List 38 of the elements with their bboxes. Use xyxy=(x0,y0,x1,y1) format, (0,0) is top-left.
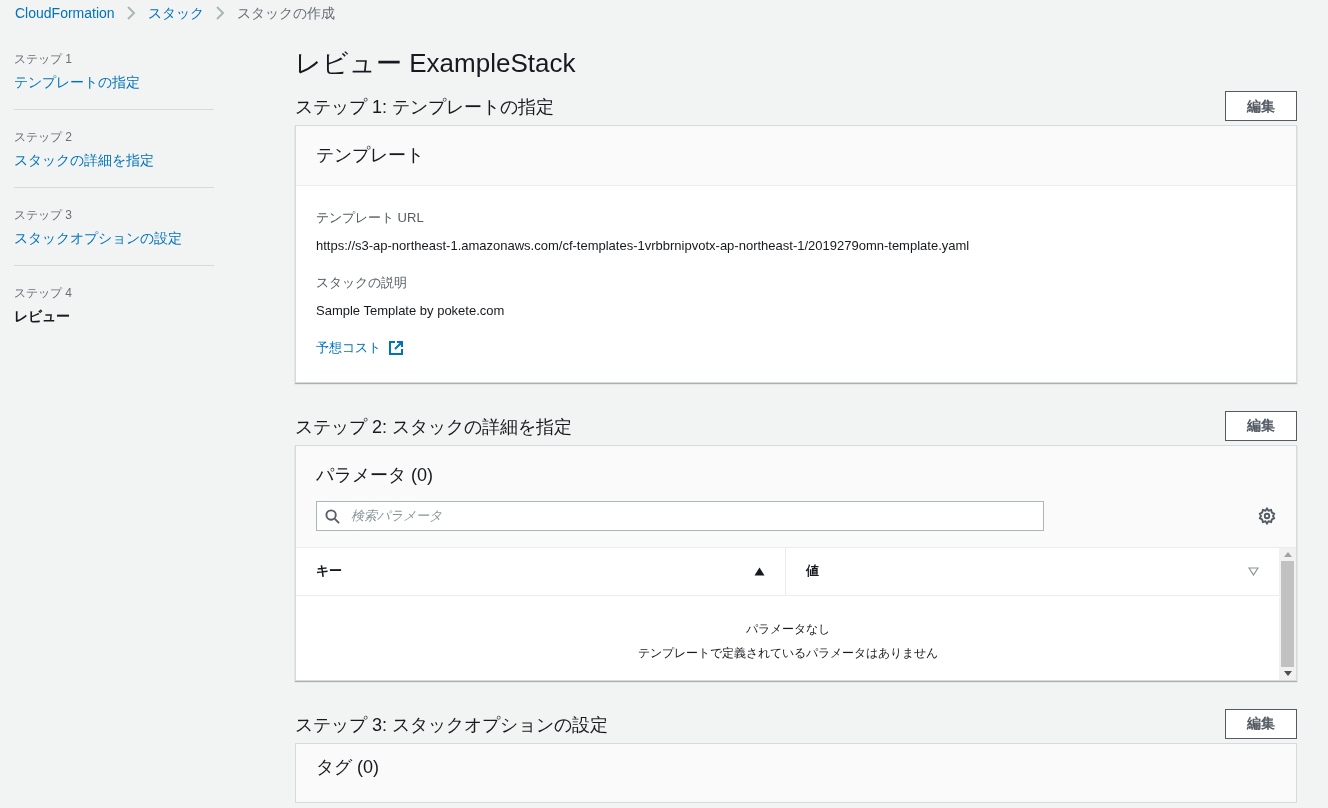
field-label: テンプレート URL xyxy=(316,209,424,227)
step-link[interactable]: テンプレートの指定 xyxy=(14,72,214,93)
step-label: ステップ 1 xyxy=(14,51,73,68)
search-field[interactable]: 検索パラメータ xyxy=(316,500,1044,531)
step-link[interactable]: レビュー xyxy=(14,306,214,327)
section-heading: ステップ 1: テンプレートの指定 xyxy=(295,96,554,119)
column-header[interactable]: キー xyxy=(296,547,786,595)
chevron-icon xyxy=(215,6,225,20)
card-title: テンプレート xyxy=(316,144,424,167)
step-label: ステップ 4 xyxy=(14,285,73,302)
field-label: スタックの説明 xyxy=(316,274,407,292)
step-label: ステップ 2 xyxy=(14,129,73,146)
estimate-cost-link[interactable]: 予想コスト xyxy=(316,338,403,358)
edit-button[interactable]: 編集 xyxy=(1225,91,1297,121)
field-value: https://s3-ap-northeast-1.amazonaws.com/cf-templates-1vrbbrnipvotx-ap-northeast-1/2019279omn-template.yaml xyxy=(316,236,970,255)
edit-button[interactable]: 編集 xyxy=(1225,410,1297,441)
breadcrumb-item[interactable]: CloudFormation xyxy=(15,2,115,24)
card-title: パラメータ (0) xyxy=(316,463,434,487)
empty-text: テンプレートで定義されているパラメータはありません xyxy=(637,644,938,662)
chevron-icon xyxy=(126,6,136,20)
section-heading: ステップ 2: スタックの詳細を指定 xyxy=(295,415,572,439)
card-title: タグ (0) xyxy=(316,756,379,777)
page-title: レビュー ExampleStack xyxy=(295,47,577,80)
field-value: Sample Template by pokete.com xyxy=(316,301,505,320)
column-header[interactable]: 値 xyxy=(786,547,1279,595)
breadcrumb-item[interactable]: スタック xyxy=(147,2,204,24)
settings-icon[interactable] xyxy=(1258,506,1276,525)
edit-button[interactable]: 編集 xyxy=(1225,708,1297,739)
scrollbar[interactable] xyxy=(1279,547,1296,680)
step-label: ステップ 3 xyxy=(14,207,73,224)
external-link-icon xyxy=(389,340,403,355)
breadcrumb-item: スタックの作成 xyxy=(236,3,335,23)
step-link[interactable]: スタックの詳細を指定 xyxy=(14,150,214,171)
search-icon xyxy=(325,508,340,524)
section-heading: ステップ 3: スタックオプションの設定 xyxy=(295,713,608,737)
empty-title: パラメータなし xyxy=(745,620,830,638)
step-link[interactable]: スタックオプションの設定 xyxy=(14,228,214,249)
scroll-down-icon[interactable] xyxy=(1283,670,1292,676)
